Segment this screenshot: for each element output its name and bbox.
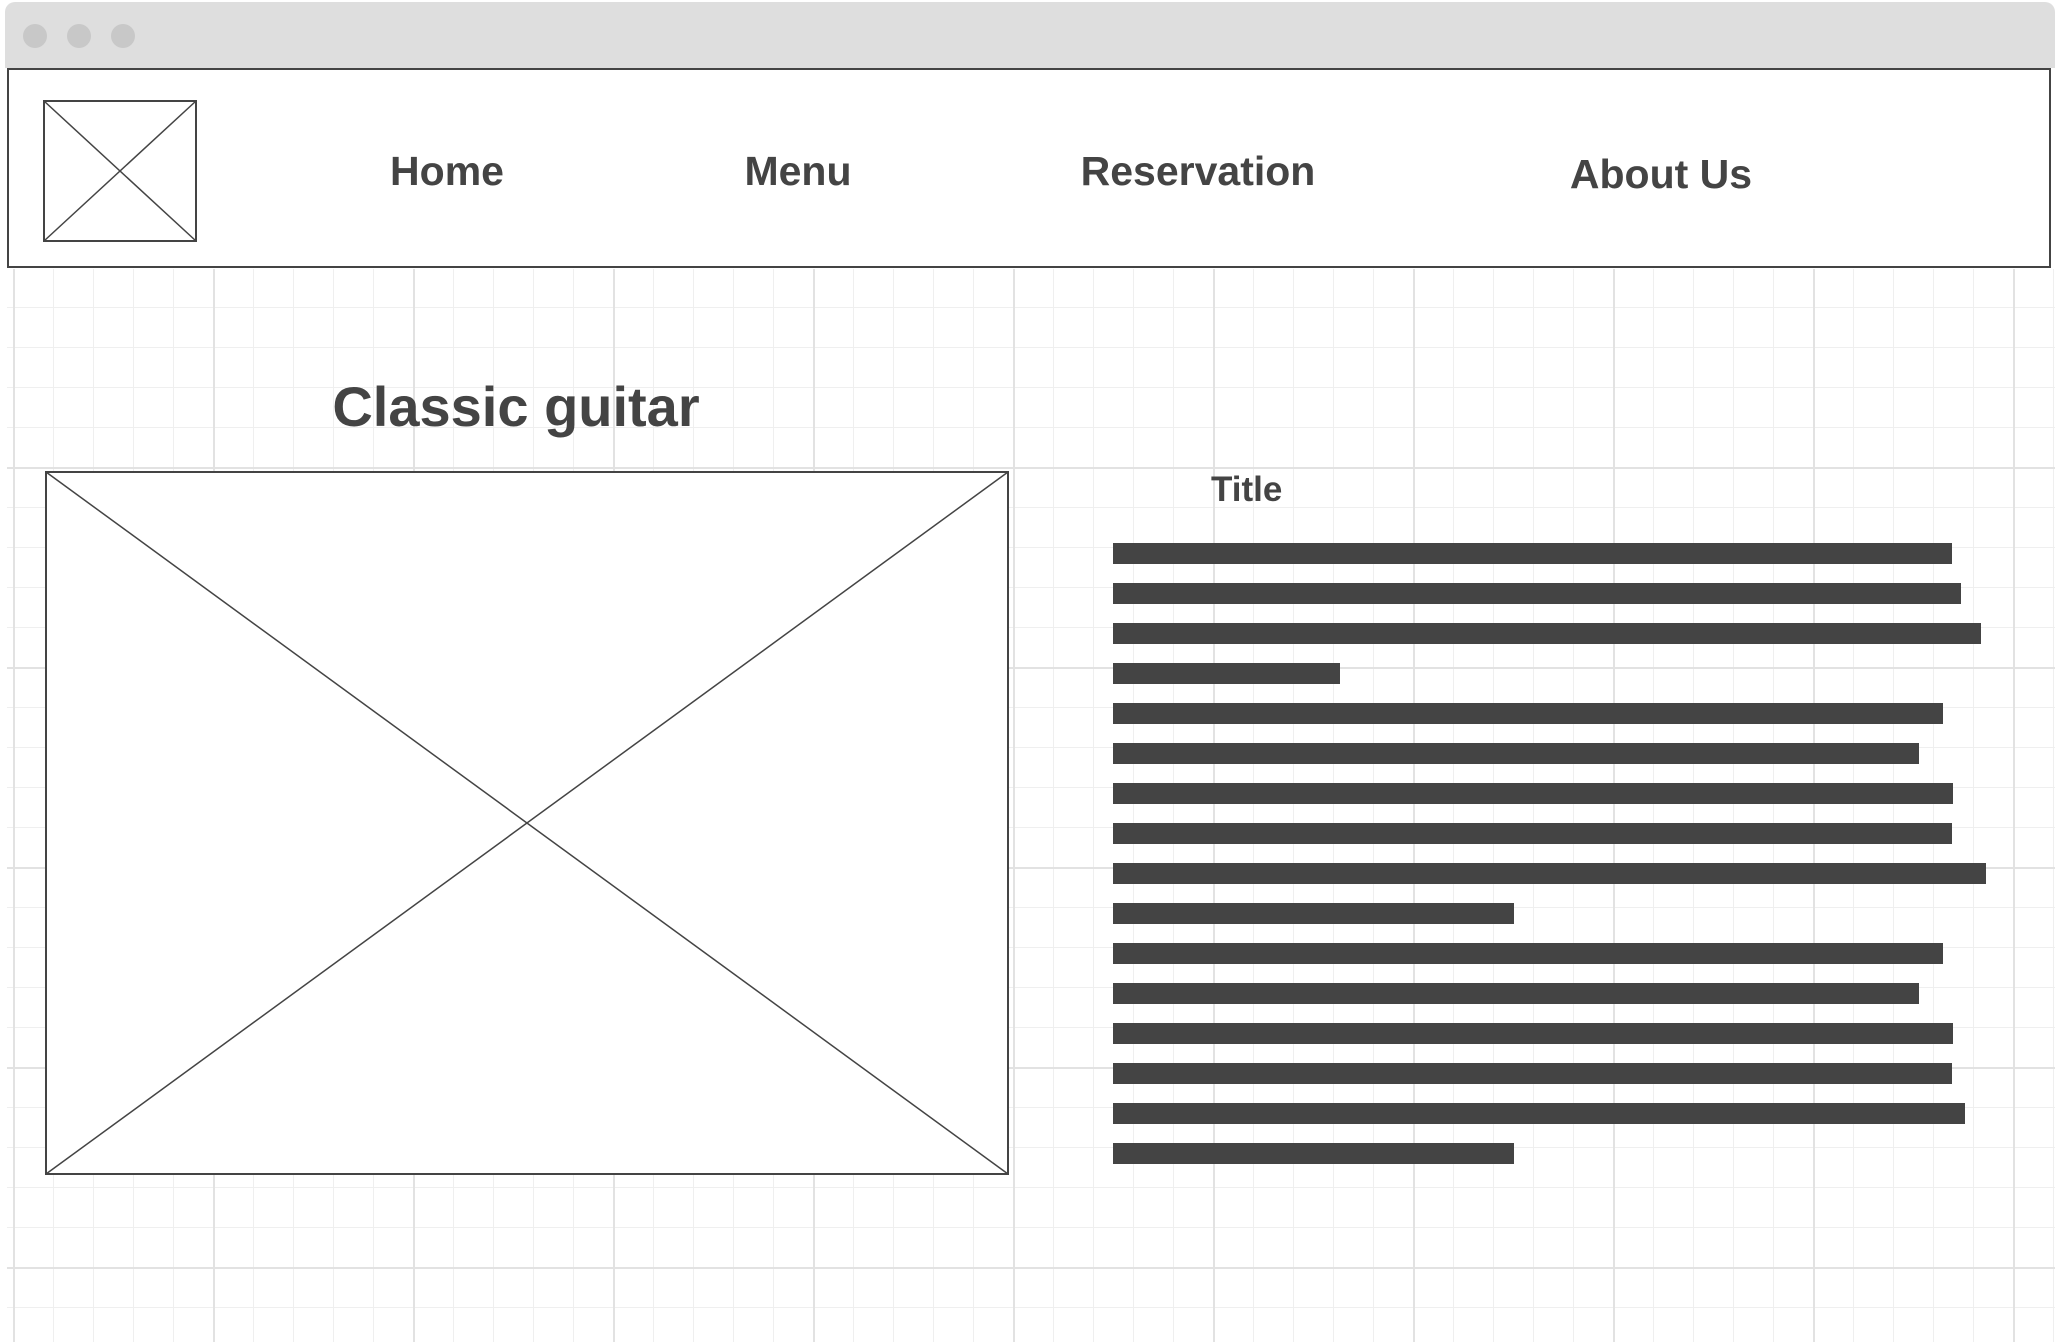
window-minimize-dot[interactable] <box>67 24 91 48</box>
nav-reservation[interactable]: Reservation <box>1081 148 1316 195</box>
logo-image-placeholder-icon[interactable] <box>43 100 197 242</box>
page-title: Classic guitar <box>332 375 700 438</box>
text-placeholder-line <box>1113 583 1961 604</box>
nav-about-us[interactable]: About Us <box>1570 151 1752 198</box>
text-placeholder-line <box>1113 983 1919 1004</box>
nav-home[interactable]: Home <box>390 148 504 195</box>
text-placeholder-line <box>1113 543 1952 564</box>
text-placeholder-line <box>1113 943 1943 964</box>
browser-window: Home Menu Reservation About Us Classic g… <box>5 2 2055 1342</box>
text-placeholder-line <box>1113 863 1986 884</box>
window-maximize-dot[interactable] <box>111 24 135 48</box>
content-title: Title <box>1211 470 1283 509</box>
text-placeholder-line <box>1113 663 1340 684</box>
nav-menu[interactable]: Menu <box>744 148 851 195</box>
text-placeholder-line <box>1113 1063 1952 1084</box>
window-close-dot[interactable] <box>23 24 47 48</box>
text-placeholder-line <box>1113 823 1952 844</box>
text-placeholder-line <box>1113 1023 1953 1044</box>
site-header: Home Menu Reservation About Us <box>7 68 2051 268</box>
text-placeholder-line <box>1113 1103 1965 1124</box>
text-placeholder-line <box>1113 1143 1514 1164</box>
text-placeholder-line <box>1113 903 1514 924</box>
main-image-placeholder-icon <box>45 471 1009 1175</box>
text-placeholder-line <box>1113 623 1981 644</box>
text-placeholder-line <box>1113 783 1953 804</box>
text-placeholder-line <box>1113 743 1919 764</box>
window-titlebar <box>5 2 2055 68</box>
text-placeholder-line <box>1113 703 1943 724</box>
